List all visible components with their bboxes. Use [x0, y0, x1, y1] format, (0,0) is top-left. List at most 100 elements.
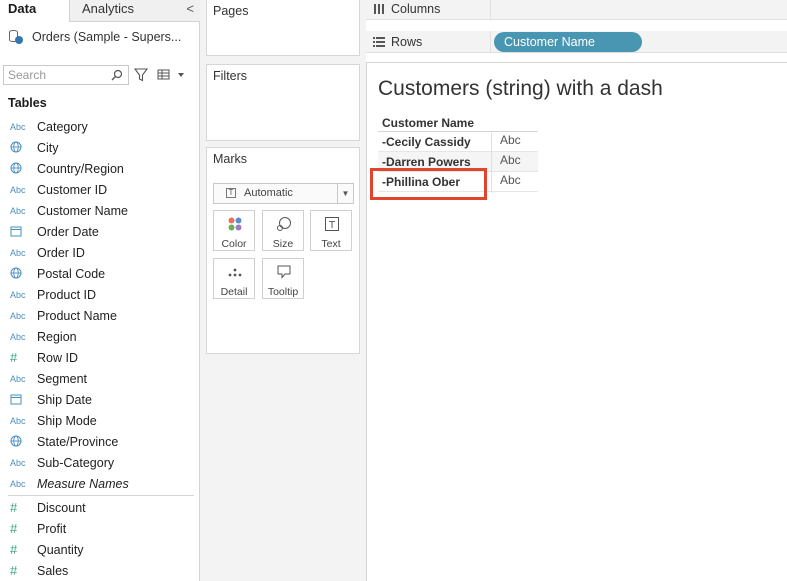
view-options-icon[interactable] [157, 68, 187, 82]
collapse-pane-button[interactable]: < [186, 0, 194, 18]
search-input[interactable] [8, 68, 108, 82]
columns-icon [374, 4, 384, 14]
viz-area: Customers (string) with a dash Customer … [366, 62, 787, 581]
search-row [0, 65, 200, 85]
field-item[interactable]: # Discount [0, 497, 200, 518]
abc-icon: Abc [10, 121, 26, 132]
abc-icon: Abc [10, 184, 26, 195]
field-label: Row ID [37, 350, 78, 365]
field-item[interactable]: Abc Product Name [0, 305, 200, 326]
tables-header: Tables [8, 96, 47, 110]
abc-icon: Abc [10, 289, 26, 300]
rows-shelf-head: Rows [366, 31, 491, 53]
tooltip-button[interactable]: Tooltip [262, 258, 304, 299]
tab-analytics-label: Analytics [82, 1, 135, 16]
text-icon: T [325, 217, 339, 231]
text-button[interactable]: T Text [310, 210, 352, 251]
field-item[interactable]: Abc Region [0, 326, 200, 347]
text-button-label: Text [321, 238, 341, 250]
field-label: Country/Region [37, 161, 124, 176]
datasource-item[interactable]: Orders (Sample - Supers... [8, 26, 194, 48]
row-value: Abc [500, 173, 521, 187]
rows-shelf[interactable]: Rows Customer Name [366, 31, 787, 53]
tooltip-button-label: Tooltip [267, 286, 299, 298]
detail-button[interactable]: Detail [213, 258, 255, 299]
field-item[interactable]: Order Date [0, 221, 200, 242]
color-button[interactable]: Color [213, 210, 255, 251]
mark-type-label: Automatic [244, 187, 293, 199]
field-item[interactable]: State/Province [0, 431, 200, 452]
field-item[interactable]: Ship Date [0, 389, 200, 410]
tooltip-icon [277, 265, 291, 279]
field-label: Customer Name [37, 203, 128, 218]
detail-icon [228, 268, 242, 277]
search-box [3, 65, 129, 85]
columns-shelf[interactable]: Columns [366, 0, 787, 20]
field-item[interactable]: City [0, 137, 200, 158]
field-label: City [37, 140, 59, 155]
abc-icon: Abc [10, 205, 26, 216]
field-item[interactable]: Abc Category [0, 116, 200, 137]
hash-icon: # [10, 563, 18, 578]
chevron-down-icon[interactable]: ▼ [337, 184, 353, 203]
field-label: Region [37, 329, 77, 344]
color-icon [228, 217, 242, 231]
tab-analytics[interactable]: Analytics < [69, 0, 200, 22]
field-item[interactable]: Abc Product ID [0, 284, 200, 305]
row-value: Abc [500, 133, 521, 147]
database-icon [8, 29, 24, 45]
search-icon[interactable] [111, 69, 123, 81]
field-item[interactable]: # Profit [0, 518, 200, 539]
tab-data[interactable]: Data [0, 0, 69, 22]
pages-card[interactable]: Pages [206, 0, 360, 56]
hash-icon: # [10, 500, 18, 515]
field-label: Measure Names [37, 476, 129, 491]
field-item[interactable]: Abc Order ID [0, 242, 200, 263]
field-item[interactable]: Abc Ship Mode [0, 410, 200, 431]
field-item[interactable]: # Quantity [0, 539, 200, 560]
field-label: Segment [37, 371, 88, 386]
field-item[interactable]: Abc Sub-Category [0, 452, 200, 473]
field-label: Order Date [37, 224, 99, 239]
filter-icon[interactable] [134, 68, 148, 82]
dimensions-measures-divider [8, 495, 194, 496]
globe-icon [10, 162, 28, 176]
viz-title: Customers (string) with a dash [378, 77, 663, 100]
field-label: Customer ID [37, 182, 108, 197]
field-label: Ship Date [37, 392, 92, 407]
color-button-label: Color [221, 238, 247, 250]
field-label: Product ID [37, 287, 97, 302]
rows-icon [373, 37, 385, 47]
field-item[interactable]: # Sales [0, 560, 200, 581]
row-name: -Darren Powers [382, 155, 471, 169]
abc-icon: Abc [10, 331, 26, 342]
filters-card[interactable]: Filters [206, 64, 360, 141]
hash-icon: # [10, 542, 18, 557]
data-pane: Data Analytics < Orders (Sample - Supers… [0, 0, 200, 581]
column-divider [491, 133, 492, 193]
calendar-icon [10, 225, 28, 239]
abc-icon: Abc [10, 247, 26, 258]
globe-icon [10, 141, 28, 155]
field-label: State/Province [37, 434, 119, 449]
size-button[interactable]: Size [262, 210, 304, 251]
field-item[interactable]: Postal Code [0, 263, 200, 284]
svg-text:T: T [328, 220, 336, 231]
hash-icon: # [10, 521, 18, 536]
pane-tabs: Data Analytics < [0, 0, 200, 22]
mark-type-dropdown[interactable]: T Automatic ▼ [213, 183, 354, 204]
field-item[interactable]: Abc Measure Names [0, 473, 200, 494]
table-row[interactable]: -Cecily Cassidy Abc [378, 132, 538, 152]
datasource-name: Orders (Sample - Supers... [32, 30, 182, 44]
abc-icon: Abc [10, 478, 26, 489]
field-item[interactable]: Abc Segment [0, 368, 200, 389]
column-header[interactable]: Customer Name [378, 115, 538, 132]
cards-pane: Pages Filters Marks T Automatic ▼ Color … [200, 0, 366, 581]
field-list: Abc Category City Country/Region Abc Customer… [0, 116, 200, 581]
field-item[interactable]: Country/Region [0, 158, 200, 179]
rows-pill-customer-name[interactable]: Customer Name [494, 32, 642, 52]
field-item[interactable]: # Row ID [0, 347, 200, 368]
columns-shelf-label: Columns [391, 2, 441, 16]
field-item[interactable]: Abc Customer Name [0, 200, 200, 221]
field-item[interactable]: Abc Customer ID [0, 179, 200, 200]
